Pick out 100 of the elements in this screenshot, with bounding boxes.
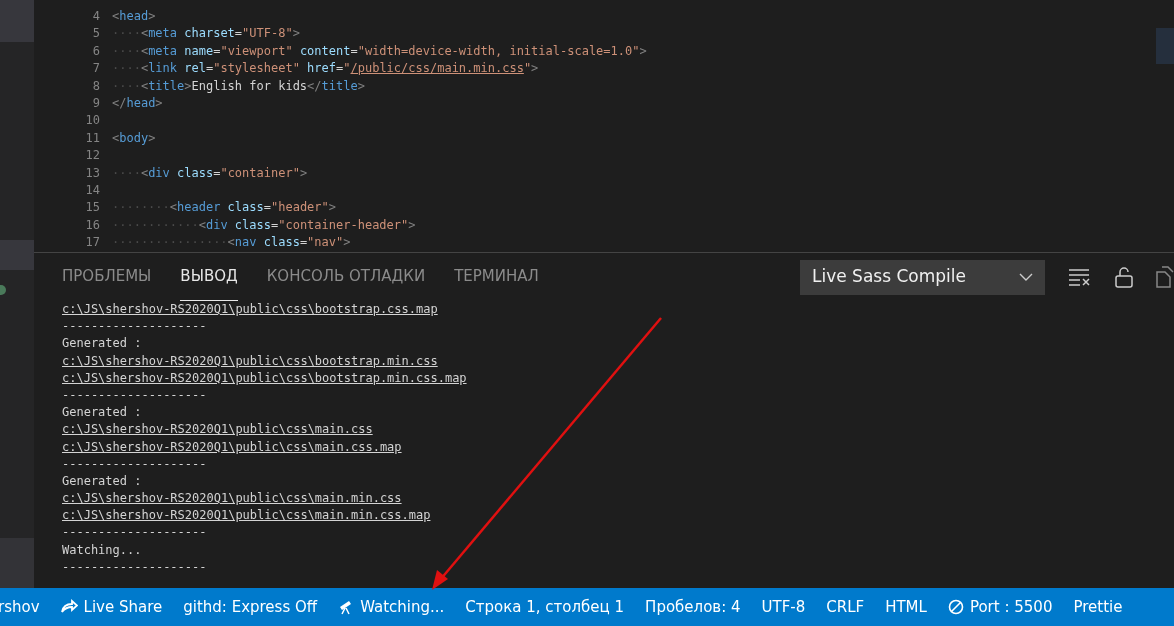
code-token: < bbox=[112, 129, 120, 147]
code-token: > bbox=[292, 25, 300, 43]
line-number: 15 bbox=[84, 199, 100, 217]
share-arrow-icon bbox=[59, 599, 78, 615]
code-token: = bbox=[336, 60, 344, 78]
code-token: = bbox=[271, 216, 279, 234]
code-token: meta bbox=[148, 25, 178, 43]
code-token: link bbox=[148, 60, 178, 78]
output-channel-dropdown[interactable]: Live Sass Compile bbox=[800, 259, 1045, 295]
code-token: > bbox=[408, 216, 416, 234]
code-token: English for kids bbox=[191, 77, 308, 95]
line-number: 17 bbox=[84, 234, 100, 252]
status-item[interactable]: rshov bbox=[0, 595, 60, 619]
code-token: < bbox=[198, 216, 206, 234]
chevron-down-icon bbox=[1019, 273, 1033, 281]
file-path-link[interactable]: c:\JS\shershov-RS2020Q1\public\css\bootstrap.min.css bbox=[62, 353, 438, 368]
panel-tab[interactable]: КОНСОЛЬ ОТЛАДКИ bbox=[266, 253, 426, 301]
line-number: 14 bbox=[84, 181, 100, 199]
code-token: ················ bbox=[112, 234, 228, 252]
file-path-link[interactable]: c:\JS\shershov-RS2020Q1\public\css\main.min.css bbox=[62, 491, 402, 506]
code-token: title bbox=[321, 77, 358, 95]
status-item[interactable]: Live Share bbox=[59, 595, 184, 619]
code-token: div bbox=[148, 164, 170, 182]
file-path-link[interactable]: c:\JS\shershov-RS2020Q1\public\css\bootstrap.min.css.map bbox=[62, 370, 467, 385]
output-line: Generated : bbox=[62, 405, 142, 420]
clear-output-icon[interactable] bbox=[1068, 268, 1090, 286]
prohibited-icon bbox=[947, 599, 964, 615]
status-item[interactable]: Watching... bbox=[338, 595, 466, 619]
line-number: 13 bbox=[84, 164, 100, 182]
code-token: rel bbox=[183, 60, 206, 78]
code-token: </ bbox=[112, 94, 127, 112]
code-token: > bbox=[357, 77, 365, 95]
code-token: "stylesheet" bbox=[213, 60, 300, 78]
line-number: 4 bbox=[91, 8, 100, 25]
code-token: title bbox=[148, 77, 185, 95]
code-token: "container" bbox=[220, 164, 300, 182]
code-token: > bbox=[155, 94, 163, 112]
code-token: head bbox=[126, 94, 156, 112]
line-number: 9 bbox=[91, 94, 100, 112]
code-token: class bbox=[262, 234, 300, 252]
code-token: = bbox=[350, 42, 358, 60]
code-token: " bbox=[523, 60, 532, 78]
code-token: content bbox=[298, 42, 351, 60]
minimap bbox=[1156, 28, 1174, 64]
file-path-link[interactable]: c:\JS\shershov-RS2020Q1\public\css\main.min.css.map bbox=[62, 508, 431, 523]
panel-tab[interactable]: ВЫВОД bbox=[180, 253, 238, 301]
line-number: 10 bbox=[84, 112, 100, 130]
status-item[interactable]: Prettie bbox=[1073, 595, 1144, 619]
line-number: 11 bbox=[84, 129, 100, 147]
code-token: < bbox=[140, 77, 149, 95]
code-token: "container-header" bbox=[278, 216, 409, 234]
code-link[interactable]: /public/css/main.min.css bbox=[350, 60, 524, 78]
code-token: > bbox=[148, 129, 156, 147]
output-line: -------------------- bbox=[62, 387, 207, 402]
output-line: -------------------- bbox=[62, 319, 207, 334]
panel-tab[interactable]: ТЕРМИНАЛ bbox=[454, 253, 539, 301]
file-path-link[interactable]: c:\JS\shershov-RS2020Q1\public\css\bootstrap.css.map bbox=[62, 302, 438, 316]
code-token: = bbox=[263, 199, 271, 217]
code-token: "header" bbox=[271, 199, 329, 217]
code-token: > bbox=[299, 164, 308, 182]
code-token: < bbox=[140, 42, 149, 60]
code-token: " bbox=[343, 60, 351, 78]
code-token: ···· bbox=[112, 77, 141, 95]
code-token: "UTF-8" bbox=[242, 25, 293, 43]
status-item[interactable]: Пробелов: 4 bbox=[645, 595, 762, 619]
output-line: -------------------- bbox=[62, 525, 207, 540]
file-path-link[interactable]: c:\JS\shershov-RS2020Q1\public\css\main.css bbox=[62, 422, 373, 437]
code-token: class bbox=[233, 216, 271, 234]
code-token: meta bbox=[148, 42, 178, 60]
status-item[interactable]: UTF-8 bbox=[761, 595, 827, 619]
status-item[interactable]: Строка 1, столбец 1 bbox=[465, 595, 646, 619]
unlock-icon[interactable] bbox=[1114, 266, 1134, 288]
code-token: ········ bbox=[112, 199, 170, 217]
status-item[interactable]: CRLF bbox=[826, 595, 886, 619]
code-token: ···· bbox=[112, 60, 141, 78]
line-number: 16 bbox=[84, 216, 100, 234]
file-path-link[interactable]: c:\JS\shershov-RS2020Q1\public\css\main.css.map bbox=[62, 439, 402, 454]
code-token: head bbox=[119, 8, 149, 25]
code-token: > bbox=[184, 77, 192, 95]
code-token: href bbox=[306, 60, 336, 78]
status-item[interactable]: githd: Express Off bbox=[183, 595, 339, 619]
line-number: 12 bbox=[84, 147, 100, 165]
code-token: < bbox=[112, 8, 120, 25]
code-token: </ bbox=[307, 77, 322, 95]
line-number: 8 bbox=[91, 77, 100, 95]
code-token: div bbox=[205, 216, 228, 234]
file-icon[interactable] bbox=[1154, 266, 1174, 288]
code-token: = bbox=[234, 25, 243, 43]
output-line: Generated : bbox=[62, 336, 142, 351]
code-token: < bbox=[140, 164, 149, 182]
output-line: -------------------- bbox=[62, 559, 207, 574]
status-item[interactable]: Port : 5500 bbox=[947, 595, 1074, 619]
line-number: 7 bbox=[91, 60, 100, 78]
status-item[interactable]: HTML bbox=[885, 595, 948, 619]
code-token: > bbox=[639, 42, 647, 60]
code-token: "nav" bbox=[307, 234, 344, 252]
code-token: "viewport" bbox=[220, 42, 293, 60]
code-token: class bbox=[226, 199, 264, 217]
panel-tab[interactable]: ПРОБЛЕМЫ bbox=[62, 253, 152, 301]
code-token: < bbox=[227, 234, 235, 252]
